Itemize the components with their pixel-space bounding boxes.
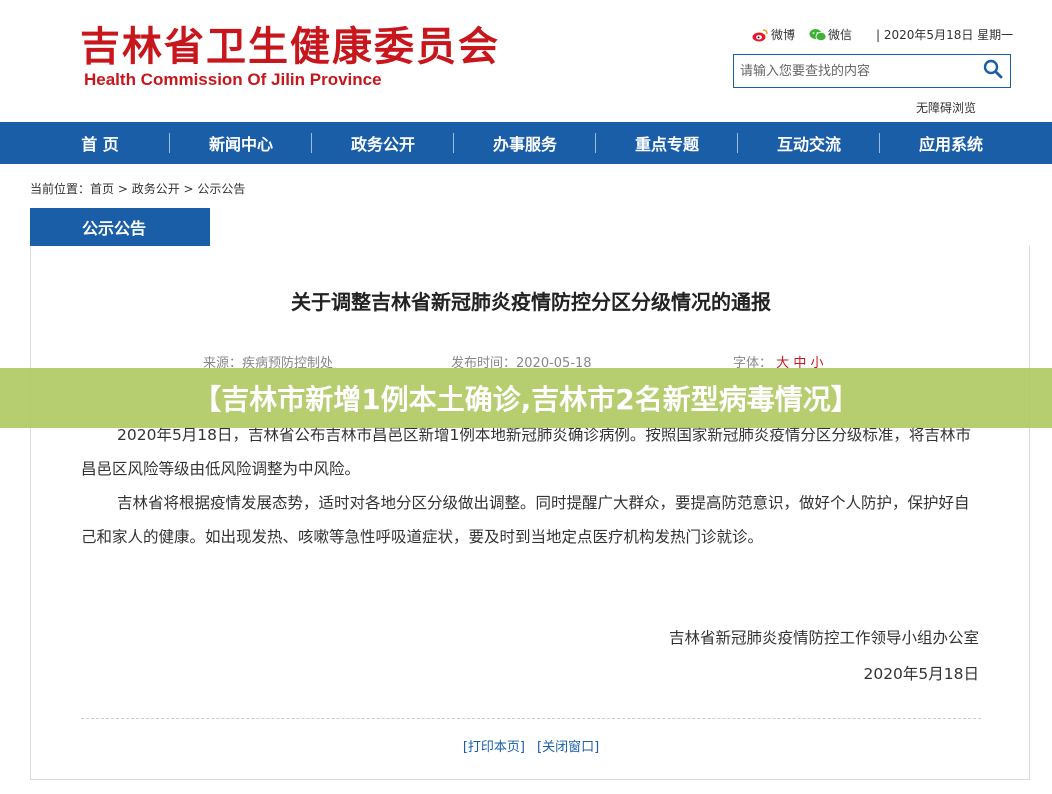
nav-item-topics[interactable]: 重点专题 bbox=[596, 122, 738, 164]
close-window-link[interactable]: [关闭窗口] bbox=[537, 740, 599, 755]
breadcrumb-home[interactable]: 首页 bbox=[90, 182, 114, 196]
nav-item-interaction[interactable]: 互动交流 bbox=[738, 122, 880, 164]
nav-item-services[interactable]: 办事服务 bbox=[454, 122, 596, 164]
weibo-icon bbox=[752, 28, 768, 42]
dashed-divider bbox=[81, 718, 981, 719]
article-paragraph: 2020年5月18日，吉林省公布吉林市昌邑区新增1例本地新冠肺炎确诊病例。按照国… bbox=[81, 426, 971, 478]
article-title: 关于调整吉林省新冠肺炎疫情防控分区分级情况的通报 bbox=[291, 290, 771, 314]
search-icon bbox=[983, 59, 1003, 83]
breadcrumb-gov-affairs[interactable]: 政务公开 bbox=[132, 182, 180, 196]
main-nav: 首 页 新闻中心 政务公开 办事服务 重点专题 互动交流 应用系统 bbox=[0, 122, 1052, 164]
top-links: 微博 微信 | 2020年5月18日 星期一 bbox=[752, 26, 1019, 43]
signature-org: 吉林省新冠肺炎疫情防控工作领导小组办公室 bbox=[668, 629, 979, 647]
nav-item-apps[interactable]: 应用系统 bbox=[880, 122, 1022, 164]
site-logo-subtitle: Health Commission Of Jilin Province bbox=[84, 70, 382, 89]
article-container: 关于调整吉林省新冠肺炎疫情防控分区分级情况的通报 来源：疾病预防控制处 发布时间… bbox=[30, 246, 1030, 780]
breadcrumb-prefix: 当前位置： bbox=[30, 182, 91, 196]
page: 吉林省卫生健康委员会 Health Commission Of Jilin Pr… bbox=[0, 0, 1052, 794]
article-actions: [打印本页] [关闭窗口] bbox=[31, 736, 1031, 755]
nav-item-news[interactable]: 新闻中心 bbox=[170, 122, 312, 164]
nav-item-gov-affairs[interactable]: 政务公开 bbox=[312, 122, 454, 164]
weibo-label: 微博 bbox=[771, 28, 796, 42]
site-logo-title[interactable]: 吉林省卫生健康委员会 bbox=[80, 14, 500, 72]
accessible-browse-link[interactable]: 无障碍浏览 bbox=[916, 99, 976, 116]
weixin-link[interactable]: 微信 bbox=[809, 26, 852, 43]
weixin-icon bbox=[809, 28, 827, 42]
site-header: 吉林省卫生健康委员会 Health Commission Of Jilin Pr… bbox=[0, 0, 1052, 122]
search-button[interactable] bbox=[976, 55, 1010, 87]
print-page-link[interactable]: [打印本页] bbox=[463, 740, 525, 755]
header-date: | 2020年5月18日 星期一 bbox=[876, 28, 1014, 42]
signature-date: 2020年5月18日 bbox=[863, 665, 979, 683]
breadcrumb-separator: > bbox=[179, 182, 198, 196]
headline-banner: 【吉林市新增1例本土确诊,吉林市2名新型病毒情况】 bbox=[0, 368, 1052, 428]
article-paragraph: 吉林省将根据疫情发展态势，适时对各地分区分级做出调整。同时提醒广大群众，要提高防… bbox=[81, 494, 970, 546]
breadcrumb: 当前位置：首页 > 政务公开 > 公示公告 bbox=[30, 180, 245, 197]
nav-item-home[interactable]: 首 页 bbox=[30, 122, 170, 164]
search-input[interactable] bbox=[734, 55, 978, 87]
section-tab-announcements: 公示公告 bbox=[30, 208, 210, 246]
weibo-link[interactable]: 微博 bbox=[752, 26, 795, 43]
weixin-label: 微信 bbox=[828, 28, 853, 42]
breadcrumb-separator: > bbox=[114, 182, 132, 196]
breadcrumb-announcements[interactable]: 公示公告 bbox=[197, 182, 245, 196]
search-box bbox=[733, 54, 1011, 88]
